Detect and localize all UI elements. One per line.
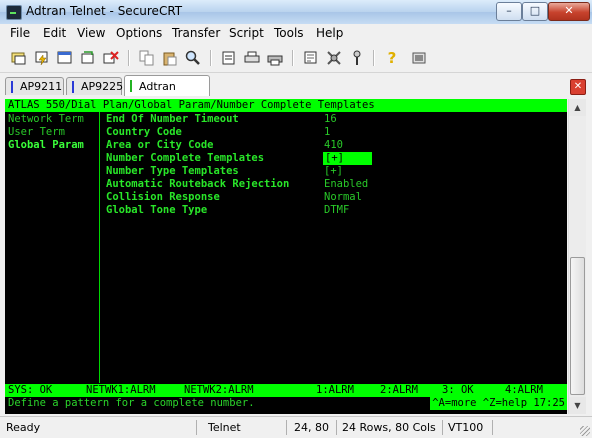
session-options-icon[interactable] (302, 49, 320, 67)
close-tab-icon[interactable]: ✕ (570, 79, 586, 95)
title-bar: Adtran Telnet - SecureCRT – □ ✕ (0, 0, 592, 25)
status-divider (442, 420, 443, 435)
tab-adtran-telnet[interactable]: Adtran Telnet (124, 75, 210, 114)
maximize-button[interactable]: □ (522, 2, 548, 21)
tab-ap9225[interactable]: AP9225 (66, 77, 124, 95)
print-setup-icon[interactable] (220, 49, 238, 67)
toolbar-separator (210, 50, 212, 66)
field-label: Country Code (106, 126, 182, 138)
keymap-icon[interactable] (348, 49, 366, 67)
nav-user-term[interactable]: User Term (8, 126, 65, 139)
field-value[interactable]: [+] (324, 165, 343, 178)
terminal-menu-path: ATLAS 550/Dial Plan/Global Param/Number … (5, 99, 567, 112)
menu-tools[interactable]: Tools (274, 26, 304, 40)
field-help-text: Define a pattern for a complete number. (8, 397, 255, 409)
status-bar: Ready Telnet 24, 80 24 Rows, 80 Cols VT1… (0, 416, 592, 438)
field-value[interactable]: Enabled (324, 178, 368, 191)
field-label: Collision Response (106, 191, 220, 203)
terminal-screen[interactable]: ATLAS 550/Dial Plan/Global Param/Number … (5, 99, 567, 414)
nav-network-term[interactable]: Network Term (8, 113, 84, 126)
key-help-clock: ^A=more ^Z=help 17:25 (430, 397, 567, 410)
menu-bar: File Edit View Options Transfer Script T… (0, 24, 592, 44)
print-icon[interactable] (266, 49, 284, 67)
toolbar: ? (0, 44, 592, 73)
status-port-4: 4:ALRM (505, 384, 543, 396)
field-value[interactable]: Normal (324, 191, 362, 204)
toolbar-separator (292, 50, 294, 66)
status-divider (196, 420, 197, 435)
field-value[interactable]: 16 (324, 113, 337, 126)
selected-field-value[interactable]: [+] (323, 152, 372, 165)
resize-grip-icon[interactable] (580, 426, 590, 436)
tab-status-indicator (72, 81, 74, 93)
tab-status-indicator (11, 81, 13, 93)
toolbar-separator (128, 50, 130, 66)
window-title: Adtran Telnet - SecureCRT (26, 4, 183, 18)
menu-file[interactable]: File (10, 26, 30, 40)
minimize-button[interactable]: – (496, 2, 522, 21)
field-label: Automatic Routeback Rejection (106, 178, 290, 190)
menu-view[interactable]: View (77, 26, 105, 40)
status-emulation: VT100 (448, 421, 484, 434)
field-label: End Of Number Timeout (106, 113, 239, 125)
session-tab-bar: AP9211 AP9225 Adtran Telnet ✕ (0, 74, 592, 114)
close-button[interactable]: ✕ (548, 2, 590, 21)
status-protocol: Telnet (208, 421, 241, 434)
status-port-2: 2:ALRM (380, 384, 418, 396)
status-ready: Ready (6, 421, 41, 434)
menu-script[interactable]: Script (229, 26, 264, 40)
menu-transfer[interactable]: Transfer (172, 26, 220, 40)
connect-icon[interactable] (10, 49, 28, 67)
about-icon[interactable] (410, 49, 428, 67)
scrollbar-thumb[interactable] (570, 257, 585, 395)
scroll-up-icon[interactable]: ▲ (569, 99, 586, 116)
terminal-nav-pane: Network Term User Term Global Param (5, 112, 100, 383)
menu-edit[interactable]: Edit (43, 26, 66, 40)
field-value[interactable]: 1 (324, 126, 330, 139)
find-icon[interactable] (184, 49, 202, 67)
field-label: Area or City Code (106, 139, 214, 151)
menu-help[interactable]: Help (316, 26, 343, 40)
tab-label: AP9225 (81, 80, 124, 93)
status-netwk2: NETWK2:ALRM (184, 384, 254, 396)
securecrt-app-icon (6, 5, 22, 20)
toolbar-separator (373, 50, 375, 66)
tab-label: AP9211 (20, 80, 63, 93)
reconnect-icon[interactable] (79, 49, 97, 67)
quick-connect-icon[interactable] (33, 49, 51, 67)
status-divider (492, 420, 493, 435)
scroll-down-icon[interactable]: ▼ (569, 397, 586, 414)
disconnect-icon[interactable] (102, 49, 120, 67)
prompt-line: Define a pattern for a complete number. … (5, 397, 567, 410)
status-port-3: 3: OK (442, 384, 474, 396)
tab-status-indicator (130, 80, 132, 92)
alarm-status-line: SYS: OK NETWK1:ALRM NETWK2:ALRM 1:ALRM 2… (5, 384, 567, 397)
field-label: Number Type Templates (106, 165, 239, 177)
tab-ap9211[interactable]: AP9211 (5, 77, 64, 95)
field-label: Global Tone Type (106, 204, 208, 216)
help-icon[interactable]: ? (383, 49, 401, 67)
status-port-1: 1:ALRM (316, 384, 354, 396)
menu-options[interactable]: Options (116, 26, 162, 40)
copy-icon[interactable] (138, 49, 156, 67)
connect-in-tab-icon[interactable] (56, 49, 74, 67)
field-value[interactable]: DTMF (324, 204, 349, 217)
status-divider (336, 420, 337, 435)
status-divider (286, 420, 287, 435)
status-netwk1: NETWK1:ALRM (86, 384, 156, 396)
status-sys: SYS: OK (8, 384, 53, 396)
status-cursor-position: 24, 80 (294, 421, 329, 434)
global-options-icon[interactable] (325, 49, 343, 67)
field-value[interactable]: 410 (324, 139, 343, 152)
field-label: Number Complete Templates (106, 152, 265, 164)
nav-global-param[interactable]: Global Param (8, 139, 84, 152)
paste-icon[interactable] (161, 49, 179, 67)
print-preview-icon[interactable] (243, 49, 261, 67)
terminal-scrollbar[interactable]: ▲ ▼ (568, 99, 586, 414)
status-screen-size: 24 Rows, 80 Cols (342, 421, 436, 434)
